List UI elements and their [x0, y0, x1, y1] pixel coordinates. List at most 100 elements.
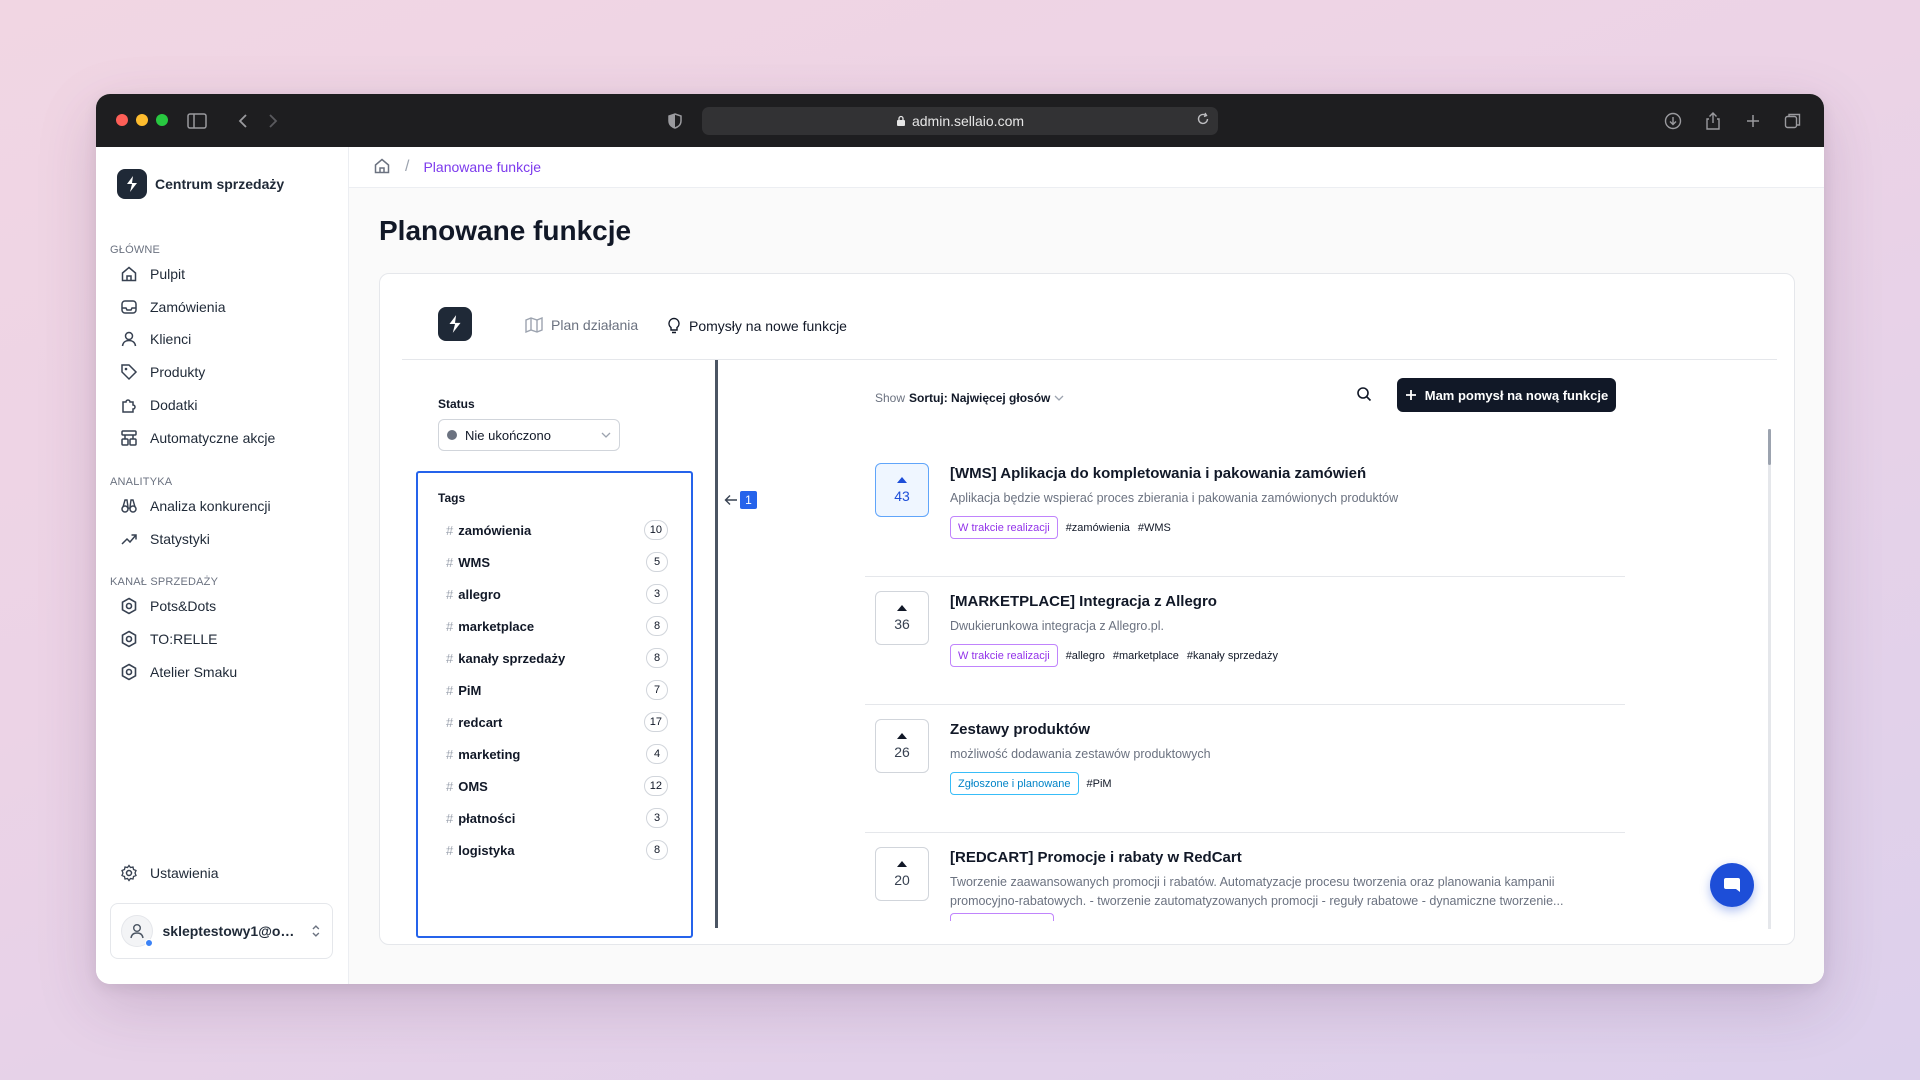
tag-item[interactable]: # zamówienia 10	[446, 519, 668, 541]
hash-icon: #	[446, 554, 454, 570]
tag-item[interactable]: # logistyka 8	[446, 839, 668, 861]
upvote-button[interactable]: 26	[875, 719, 929, 773]
map-icon	[525, 317, 543, 333]
close-window-button[interactable]	[116, 114, 128, 126]
tag-item[interactable]: # WMS 5	[446, 551, 668, 573]
user-menu[interactable]: skleptestowy1@onet...	[110, 903, 333, 959]
feature-hashtag[interactable]: #allegro	[1066, 650, 1105, 662]
panel-splitter[interactable]	[715, 360, 718, 928]
browser-window: admin.sellaio.com Centrum sprzedaży GŁÓW…	[96, 94, 1824, 984]
sidebar-item-dodatki[interactable]: Dodatki	[120, 395, 197, 415]
share-icon[interactable]	[1702, 110, 1724, 132]
scrollbar-track[interactable]	[1768, 429, 1771, 929]
sidebar-item-klienci[interactable]: Klienci	[120, 329, 191, 349]
sidebar-item-automatyczne-akcje[interactable]: Automatyczne akcje	[120, 428, 275, 448]
new-idea-button[interactable]: Mam pomysł na nową funkcje	[1397, 378, 1616, 412]
inbox-icon	[121, 300, 137, 314]
tab-roadmap[interactable]: Plan działania	[525, 317, 638, 333]
privacy-shield-icon[interactable]	[664, 110, 686, 132]
back-icon[interactable]	[232, 110, 254, 132]
hash-icon: #	[446, 618, 454, 634]
sidebar-item-torelle[interactable]: TO:RELLE	[120, 629, 217, 649]
annotation-number: 1	[740, 491, 757, 509]
user-email: skleptestowy1@onet...	[162, 923, 301, 939]
tag-item[interactable]: # płatności 3	[446, 807, 668, 829]
feature-item[interactable]: 26 Zestawy produktów możliwość dodawania…	[865, 705, 1625, 833]
tag-count: 17	[643, 712, 668, 732]
sidebar-item-atelier-smaku[interactable]: Atelier Smaku	[120, 662, 237, 682]
feature-item[interactable]: 43 [WMS] Aplikacja do kompletowania i pa…	[865, 449, 1625, 577]
feature-title[interactable]: [REDCART] Promocje i rabaty w RedCart	[950, 849, 1242, 866]
status-select[interactable]: Nie ukończono	[438, 419, 620, 451]
feature-title[interactable]: [WMS] Aplikacja do kompletowania i pakow…	[950, 465, 1366, 482]
vote-count: 36	[894, 616, 910, 632]
tag-name: WMS	[458, 554, 491, 570]
sidebar-toggle-icon[interactable]	[186, 110, 208, 132]
tab-label: Pomysły na nowe funkcje	[689, 318, 847, 334]
tab-ideas[interactable]: Pomysły na nowe funkcje	[667, 317, 847, 335]
tag-item[interactable]: # marketplace 8	[446, 615, 668, 637]
upvote-button[interactable]: 36	[875, 591, 929, 645]
forward-icon[interactable]	[262, 110, 284, 132]
tag-item[interactable]: # redcart 17	[446, 711, 668, 733]
feature-hashtag[interactable]: #WMS	[1138, 522, 1171, 534]
tag-item[interactable]: # OMS 12	[446, 775, 668, 797]
sidebar-item-label: Pots&Dots	[150, 598, 217, 614]
scrollbar-thumb[interactable]	[1768, 429, 1771, 465]
feature-hashtag[interactable]: #kanały sprzedaży	[1187, 650, 1278, 662]
chat-launcher-button[interactable]	[1710, 863, 1754, 907]
tag-item[interactable]: # PiM 7	[446, 679, 668, 701]
app-logo-icon	[117, 169, 147, 199]
channel-icon	[121, 663, 137, 681]
minimize-window-button[interactable]	[136, 114, 148, 126]
hash-icon: #	[446, 810, 454, 826]
brand[interactable]: Centrum sprzedaży	[117, 169, 284, 199]
sidebar-item-zamowienia[interactable]: Zamówienia	[120, 297, 225, 317]
feature-title[interactable]: [MARKETPLACE] Integracja z Allegro	[950, 593, 1217, 610]
download-icon[interactable]	[1662, 110, 1684, 132]
upvote-button[interactable]: 43	[875, 463, 929, 517]
feature-hashtag[interactable]: #marketplace	[1113, 650, 1179, 662]
breadcrumb-current[interactable]: Planowane funkcje	[423, 159, 541, 175]
feature-item[interactable]: 36 [MARKETPLACE] Integracja z Allegro Dw…	[865, 577, 1625, 705]
section-label-sales-channel: KANAŁ SPRZEDAŻY	[110, 576, 219, 588]
tag-count: 8	[646, 840, 668, 860]
upvote-button[interactable]: 20	[875, 847, 929, 901]
reload-icon[interactable]	[1196, 112, 1210, 129]
home-icon[interactable]	[373, 157, 391, 178]
maximize-window-button[interactable]	[156, 114, 168, 126]
tag-item[interactable]: # marketing 4	[446, 743, 668, 765]
sort-dropdown[interactable]: Show Sortuj: Najwięcej głosów	[875, 391, 1064, 405]
sidebar-item-pots-dots[interactable]: Pots&Dots	[120, 596, 216, 616]
sidebar: Centrum sprzedaży GŁÓWNE Pulpit Zamówien…	[96, 147, 349, 984]
address-bar[interactable]: admin.sellaio.com	[702, 107, 1218, 135]
sidebar-item-produkty[interactable]: Produkty	[120, 362, 205, 382]
feature-hashtag[interactable]: #PiM	[1087, 778, 1112, 790]
gear-icon	[121, 864, 137, 882]
new-idea-label: Mam pomysł na nową funkcje	[1424, 387, 1609, 403]
sidebar-item-label: Zamówienia	[150, 299, 226, 315]
feature-hashtag[interactable]: #zamówienia	[1066, 522, 1130, 534]
new-tab-icon[interactable]	[1742, 110, 1764, 132]
page-title: Planowane funkcje	[379, 215, 632, 246]
hash-icon: #	[446, 746, 454, 762]
tag-count: 3	[646, 584, 668, 604]
section-label-analytics: ANALITYKA	[110, 476, 173, 488]
feature-title[interactable]: Zestawy produktów	[950, 721, 1090, 738]
vote-count: 20	[894, 872, 910, 888]
chevron-down-icon	[1054, 395, 1064, 401]
sidebar-item-statystyki[interactable]: Statystyki	[120, 529, 210, 549]
tag-item[interactable]: # kanały sprzedaży 8	[446, 647, 668, 669]
sidebar-item-analiza-konkurencji[interactable]: Analiza konkurencji	[120, 496, 271, 516]
vote-count: 26	[894, 744, 910, 760]
annotation-marker: 1	[724, 491, 757, 509]
sidebar-item-pulpit[interactable]: Pulpit	[120, 264, 185, 284]
chevron-up-down-icon	[312, 925, 320, 937]
binoculars-icon	[121, 499, 137, 513]
sidebar-item-ustawienia[interactable]: Ustawienia	[120, 863, 218, 883]
tag-item[interactable]: # allegro 3	[446, 583, 668, 605]
feature-item[interactable]: 20 [REDCART] Promocje i rabaty w RedCart…	[865, 833, 1625, 944]
tab-overview-icon[interactable]	[1782, 110, 1804, 132]
search-button[interactable]	[1348, 378, 1380, 410]
channel-icon	[121, 630, 137, 648]
